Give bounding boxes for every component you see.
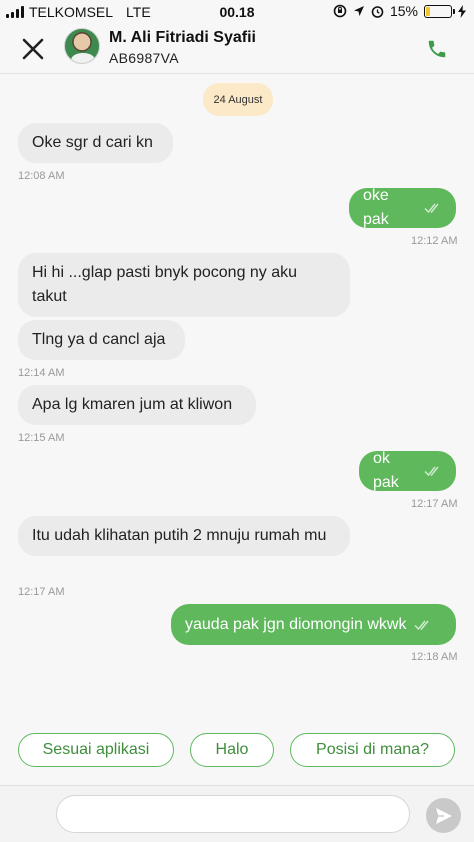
message-text: Oke sgr d cari kn xyxy=(32,134,153,151)
status-bar: TELKOMSEL LTE 00.18 15% xyxy=(0,0,474,24)
incoming-message[interactable]: Hi hi ...glap pasti bnyk pocong ny aku t… xyxy=(18,253,350,317)
outgoing-message[interactable]: yauda pak jgn diomongin wkwk xyxy=(171,604,456,645)
message-time: 12:08 AM xyxy=(18,170,65,182)
message-time: 12:17 AM xyxy=(18,586,65,598)
message-text: Itu udah klihatan putih 2 mnuju rumah mu xyxy=(32,527,327,544)
message-text: Tlng ya d cancl aja xyxy=(32,331,166,348)
chat-header: M. Ali Fitriadi Syafii AB6987VA xyxy=(0,24,474,74)
call-button[interactable] xyxy=(426,38,448,60)
battery-icon xyxy=(424,4,455,18)
message-time: 12:18 AM xyxy=(411,651,458,663)
close-button[interactable] xyxy=(20,36,46,62)
read-receipt-icon xyxy=(424,203,439,214)
incoming-message[interactable]: Itu udah klihatan putih 2 mnuju rumah mu xyxy=(18,516,350,556)
message-text: Hi hi ...glap pasti bnyk pocong ny aku t… xyxy=(32,264,298,305)
message-time: 12:15 AM xyxy=(18,432,65,444)
message-time: 12:14 AM xyxy=(18,367,65,379)
message-time: 12:17 AM xyxy=(411,498,458,510)
read-receipt-icon xyxy=(414,620,430,630)
message-time: 12:12 AM xyxy=(411,235,458,247)
driver-avatar xyxy=(64,28,100,64)
outgoing-message[interactable]: ok pak xyxy=(359,450,456,491)
message-composer xyxy=(0,785,474,842)
quick-reply-posisi[interactable]: Posisi di mana? xyxy=(290,733,455,767)
phone-icon xyxy=(428,40,446,58)
alarm-icon xyxy=(371,5,384,18)
quick-reply-sesuai-aplikasi[interactable]: Sesuai aplikasi xyxy=(18,733,174,767)
send-button[interactable] xyxy=(426,798,461,833)
send-icon xyxy=(435,807,452,824)
screen-lock-icon xyxy=(333,4,347,18)
battery-level xyxy=(426,6,430,16)
date-separator: 24 August xyxy=(203,83,273,116)
incoming-message[interactable]: Oke sgr d cari kn xyxy=(18,123,173,163)
message-list[interactable]: 24 August Oke sgr d cari kn 12:08 AM oke… xyxy=(0,75,474,785)
incoming-message[interactable]: Tlng ya d cancl aja xyxy=(18,320,185,360)
quick-reply-halo[interactable]: Halo xyxy=(190,733,274,767)
license-plate: AB6987VA xyxy=(109,50,179,66)
message-input[interactable] xyxy=(56,795,410,833)
contact-name: M. Ali Fitriadi Syafii xyxy=(109,29,256,46)
incoming-message[interactable]: Apa lg kmaren jum at kliwon xyxy=(18,385,256,425)
location-arrow-icon xyxy=(353,6,364,16)
message-text: oke pak xyxy=(363,187,389,228)
message-text: ok pak xyxy=(373,450,399,491)
status-bar-right: 15% xyxy=(333,3,466,19)
close-icon xyxy=(22,38,44,60)
read-receipt-icon xyxy=(424,466,439,477)
battery-percent: 15% xyxy=(389,3,418,19)
message-text: yauda pak jgn diomongin wkwk xyxy=(185,615,407,633)
outgoing-message[interactable]: oke pak xyxy=(349,187,456,228)
message-text: Apa lg kmaren jum at kliwon xyxy=(32,396,233,413)
charging-bolt-icon xyxy=(458,4,466,18)
